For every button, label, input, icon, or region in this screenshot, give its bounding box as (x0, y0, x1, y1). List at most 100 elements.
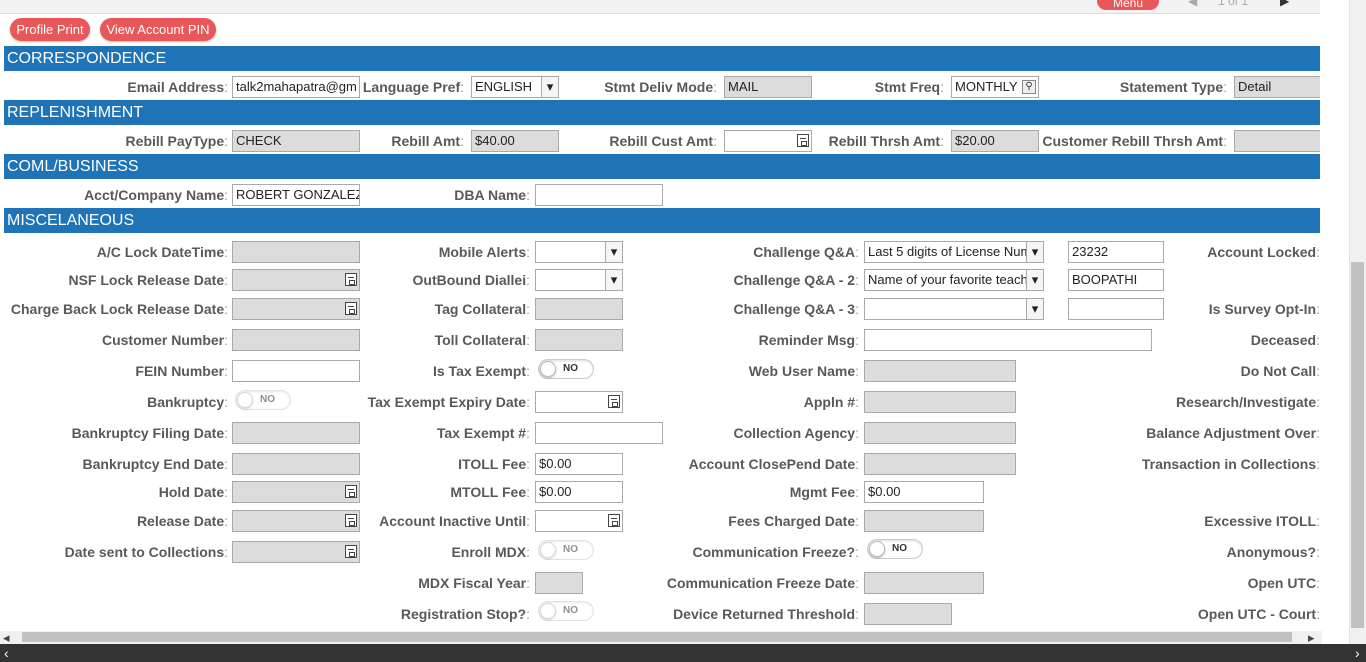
acct-company-label: Acct/Company Name (4, 187, 228, 203)
comm-freeze-date-field (864, 572, 984, 594)
menu-button[interactable]: Menu (1097, 0, 1159, 10)
stmt-freq-label: Stmt Freq (720, 79, 944, 95)
bk-end-label: Bankruptcy End Date (4, 456, 228, 472)
rebill-thrsh-label: Rebill Thrsh Amt (720, 133, 944, 149)
excessive-itoll-label: Excessive ITOLL (1096, 513, 1320, 529)
tax-exempt-num-label: Tax Exempt # (306, 425, 530, 441)
tax-exempt-label: Is Tax Exempt (306, 363, 530, 379)
section-business: COML/BUSINESS (4, 154, 1320, 179)
section-correspondence: CORRESPONDENCE (4, 46, 1320, 71)
outbound-select[interactable] (535, 269, 623, 291)
calendar-icon[interactable] (608, 514, 620, 527)
enroll-mdx-toggle[interactable]: NO (538, 540, 594, 560)
pager-next-icon[interactable]: ▶ (1280, 0, 1289, 8)
challenge-qa3-select[interactable] (864, 298, 1044, 320)
tax-exempt-toggle[interactable]: NO (538, 359, 594, 379)
fees-charged-field (864, 510, 984, 532)
account-locked-label: Account Locked (1096, 244, 1320, 260)
cust-rebill-thrsh-field (1234, 130, 1320, 152)
rebill-cust-amt-label: Rebill Cust Amt (493, 133, 717, 149)
view-account-pin-button[interactable]: View Account PIN (100, 18, 216, 41)
appln-label: Appln # (635, 394, 859, 410)
closepend-field (864, 453, 1016, 475)
statement-type-field: Detail (1234, 76, 1320, 98)
mtoll-fee-field[interactable]: $0.00 (535, 481, 623, 503)
survey-opt-in-label: Is Survey Opt-In (1096, 301, 1320, 317)
bk-filing-label: Bankruptcy Filing Date (4, 425, 228, 441)
itoll-fee-field[interactable]: $0.00 (535, 453, 623, 475)
email-label: Email Address (4, 79, 228, 95)
challenge-answer2-field[interactable]: BOOPATHI (1068, 269, 1164, 291)
inactive-until-label: Account Inactive Until (306, 513, 530, 529)
release-date-label: Release Date (4, 513, 228, 529)
calendar-icon[interactable] (608, 395, 620, 408)
stmt-deliv-label: Stmt Deliv Mode (493, 79, 717, 95)
bottom-bar (0, 644, 1366, 662)
device-returned-label: Device Returned Threshold (635, 606, 859, 622)
nsf-lock-label: NSF Lock Release Date (4, 272, 228, 288)
device-returned-field (864, 603, 952, 625)
chargeback-label: Charge Back Lock Release Date (4, 301, 228, 317)
language-pref-label: Language Pref (240, 79, 464, 95)
customer-number-label: Customer Number (4, 332, 228, 348)
balance-adjustment-label: Balance Adjustment Over (1096, 425, 1320, 441)
section-misc: MISCELANEOUS (4, 208, 1320, 233)
mdx-fiscal-label: MDX Fiscal Year (306, 575, 530, 591)
reminder-msg-label: Reminder Msg (635, 332, 859, 348)
section-replenishment: REPLENISHMENT (4, 100, 1320, 125)
panel-edge (1321, 14, 1349, 631)
do-not-call-label: Do Not Call (1096, 363, 1320, 379)
open-utc-label: Open UTC (1096, 575, 1320, 591)
pager-prev-icon[interactable]: ◀ (1188, 0, 1197, 8)
toll-collateral-label: Toll Collateral (306, 332, 530, 348)
challenge-qa2-select[interactable]: Name of your favorite teacher (864, 269, 1044, 291)
rebill-amt-label: Rebill Amt (240, 133, 464, 149)
closepend-label: Account ClosePend Date (635, 456, 859, 472)
comm-freeze-date-label: Communication Freeze Date (635, 575, 859, 591)
profile-print-button[interactable]: Profile Print (10, 18, 90, 41)
tax-expiry-label: Tax Exempt Expiry Date (306, 394, 530, 410)
bottom-right-arrow-icon[interactable]: › (1355, 645, 1360, 661)
menu-label: Menu (1112, 0, 1144, 10)
challenge-qa2-label: Challenge Q&A - 2 (635, 272, 859, 288)
open-utc-court-label: Open UTC - Court (1096, 606, 1320, 622)
mgmt-fee-label: Mgmt Fee (635, 484, 859, 500)
bankruptcy-label: Bankruptcy (4, 394, 228, 410)
appln-field (864, 391, 1016, 413)
collection-agency-label: Collection Agency (635, 425, 859, 441)
mobile-alerts-label: Mobile Alerts (306, 244, 530, 260)
dba-name-field[interactable] (535, 184, 663, 206)
bottom-left-arrow-icon[interactable]: ‹ (4, 645, 9, 661)
registration-stop-toggle[interactable]: NO (538, 601, 594, 621)
outbound-label: OutBound Diallei (306, 272, 530, 288)
vertical-scroll-thumb[interactable] (1351, 262, 1364, 628)
challenge-qa-select[interactable]: Last 5 digits of License Num (864, 241, 1044, 263)
inactive-until-field[interactable] (535, 510, 623, 532)
date-sent-label: Date sent to Collections (4, 544, 228, 560)
deceased-label: Deceased (1096, 332, 1320, 348)
mobile-alerts-select[interactable] (535, 241, 623, 263)
research-investigate-label: Research/Investigate (1096, 394, 1320, 410)
dba-name-label: DBA Name (306, 187, 530, 203)
bankruptcy-toggle[interactable]: NO (235, 390, 291, 410)
enroll-mdx-label: Enroll MDX (306, 544, 530, 560)
mgmt-fee-field[interactable]: $0.00 (864, 481, 984, 503)
fein-label: FEIN Number (4, 363, 228, 379)
ac-lock-label: A/C Lock DateTime (4, 244, 228, 260)
hold-date-label: Hold Date (4, 484, 228, 500)
tax-expiry-field[interactable] (535, 391, 623, 413)
web-user-field (864, 360, 1016, 382)
statement-type-label: Statement Type (1003, 79, 1227, 95)
challenge-qa3-label: Challenge Q&A - 3 (635, 301, 859, 317)
horizontal-scroll-thumb[interactable] (22, 632, 1292, 642)
toll-collateral-field (535, 329, 623, 351)
comm-freeze-toggle[interactable]: NO (867, 539, 923, 559)
web-user-label: Web User Name (635, 363, 859, 379)
challenge-qa-label: Challenge Q&A (635, 244, 859, 260)
comm-freeze-label: Communication Freeze? (635, 544, 859, 560)
rebill-paytype-label: Rebill PayType (4, 133, 228, 149)
txn-collections-label: Transaction in Collections (1096, 456, 1320, 472)
pager-text: 1 of 1 (1218, 0, 1249, 8)
registration-stop-label: Registration Stop? (306, 606, 530, 622)
cust-rebill-thrsh-label: Customer Rebill Thrsh Amt (1003, 133, 1227, 149)
